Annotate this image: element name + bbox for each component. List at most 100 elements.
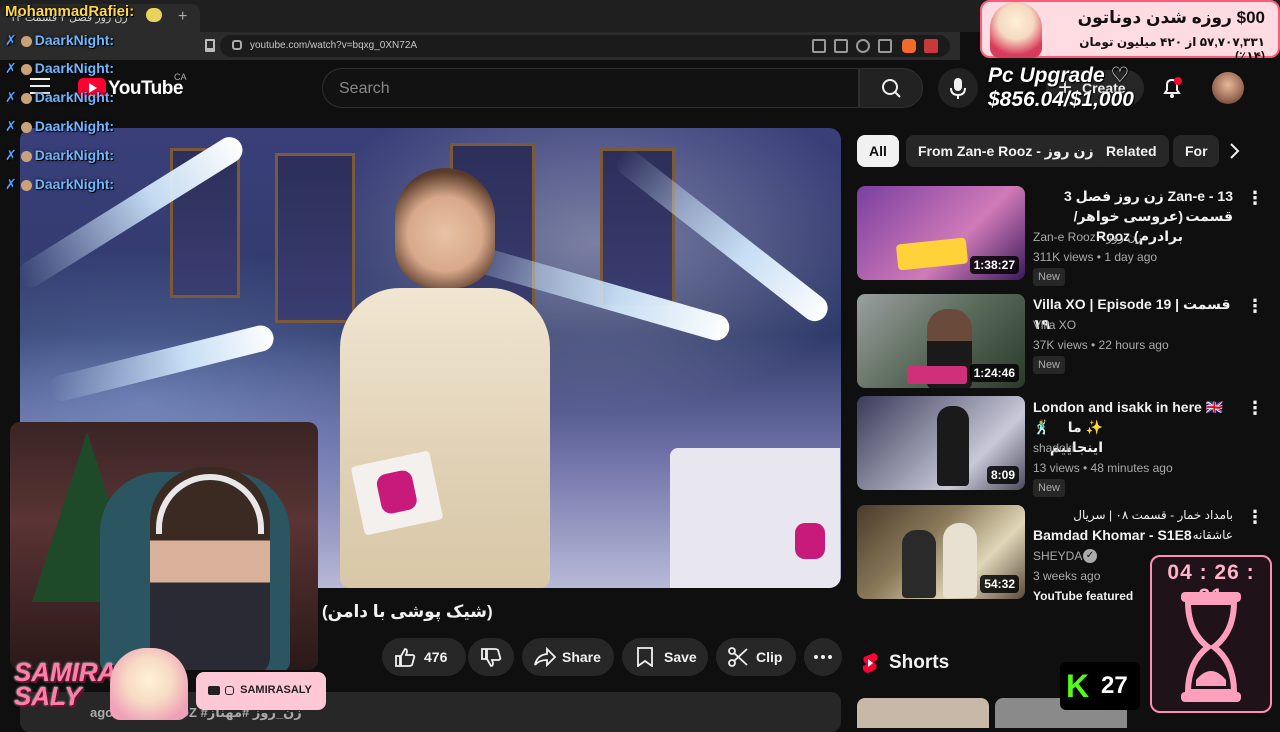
rec-views: 3 weeks ago (1033, 569, 1101, 583)
pc-upgrade-goal: Pc Upgrade ♡ $856.04/$1,000 (988, 64, 1134, 111)
chat-user: DaarkNight: (34, 118, 115, 134)
verified-check-icon: ✓ (1083, 549, 1097, 563)
country-code: CA (174, 72, 187, 82)
rec-views: 13 views • 48 minutes ago (1033, 461, 1173, 475)
chip-related[interactable]: Related (1094, 135, 1169, 167)
chat-badge-icon: ✗ (5, 89, 17, 105)
rec-badge: New (1033, 479, 1066, 497)
chat-message: ✗ DaarkNight: (5, 60, 114, 77)
share-page-icon[interactable] (878, 39, 892, 53)
video-title: (شیک پوشی با دامن) (322, 602, 493, 621)
rec-thumbnail[interactable]: 1:38:27 (857, 186, 1025, 280)
chat-avatar (20, 92, 32, 104)
social-handle: SAMIRASALY (196, 672, 326, 710)
rec-title-line2[interactable]: Bamdad Khomar - S1E8 (1033, 525, 1233, 545)
like-count: 476 (424, 649, 448, 665)
rec-more-icon[interactable]: ⋮ (1246, 296, 1264, 317)
rec-more-icon[interactable]: ⋮ (1246, 398, 1264, 419)
chat-user: DaarkNight: (34, 147, 115, 163)
more-actions-button[interactable] (804, 638, 842, 676)
rec-channel[interactable]: Villa XO (1033, 318, 1076, 332)
rec-views: 311K views • 1 day ago (1033, 250, 1158, 264)
share-button[interactable]: Share (522, 638, 614, 676)
rec-channel[interactable]: Zan-e Rooz - زن روز (1033, 230, 1142, 244)
rec-duration: 1:24:46 (969, 364, 1019, 382)
chip-from-channel[interactable]: From Zan-e Rooz - زن روز (906, 135, 1106, 167)
chat-badge-icon: ✗ (5, 60, 17, 76)
thumbnail-caption (895, 237, 969, 271)
hourglass-icon (1181, 592, 1241, 702)
microphone-icon (950, 78, 966, 99)
chat-user: DaarkNight: (34, 60, 115, 76)
donation-title: $00 روزه شدن دوناتون (1060, 8, 1265, 28)
instagram-icon (225, 685, 235, 695)
rec-channel[interactable]: shadoki (1033, 441, 1074, 455)
rec-views: 37K views • 22 hours ago (1033, 338, 1169, 352)
rec-thumbnail[interactable]: 54:32 (857, 505, 1025, 599)
chat-avatar (20, 150, 32, 162)
channel-watermark-icon (795, 523, 825, 559)
chat-message: ✗ DaarkNight: (5, 147, 114, 164)
url-text: youtube.com/watch?v=bqxg_0XN72A (250, 40, 418, 51)
rec-badge: YouTube featured (1033, 589, 1134, 603)
thumbnail-person (943, 523, 977, 598)
emote-icon (146, 8, 162, 22)
rec-more-icon[interactable]: ⋮ (1246, 507, 1264, 528)
rec-channel[interactable]: SHEYDA (1033, 549, 1082, 563)
youtube-small-icon (208, 685, 220, 695)
rec-thumbnail[interactable]: 1:24:46 (857, 294, 1025, 388)
rewards-icon[interactable] (924, 39, 938, 53)
site-info-icon[interactable] (232, 40, 242, 50)
zoom-icon[interactable] (856, 39, 870, 53)
presenter (320, 168, 570, 588)
chat-badge-icon: ✗ (5, 32, 17, 48)
chat-avatar (20, 35, 32, 47)
rec-duration: 1:38:27 (969, 256, 1019, 274)
show-logo-icon (375, 468, 419, 516)
more-horizontal-icon (814, 655, 832, 659)
chat-badge-icon: ✗ (5, 147, 17, 163)
chip-for-you[interactable]: For (1173, 135, 1219, 167)
donation-amount: $00 (1236, 8, 1265, 27)
rec-badge: New (1033, 268, 1066, 286)
chat-user: DaarkNight: (34, 176, 115, 192)
rec-more-icon[interactable]: ⋮ (1246, 188, 1264, 209)
share-icon (534, 647, 556, 667)
donation-title-text: روزه شدن دوناتون (1077, 8, 1232, 27)
thumbnail-caption (907, 366, 967, 384)
chat-user: DaarkNight: (34, 32, 115, 48)
save-button[interactable]: Save (622, 638, 708, 676)
search-input[interactable]: Search (322, 68, 859, 108)
bookmark-icon[interactable] (205, 39, 215, 52)
like-button[interactable]: 476 (382, 638, 466, 676)
clip-button[interactable]: Clip (716, 638, 796, 676)
thumbs-up-icon (395, 648, 416, 667)
search-icon (882, 79, 901, 98)
donation-progress-text: ۵۷,۷۰۷,۳۳۱ از ۴۲۰ میلیون تومان (۱۴٪) (1079, 35, 1265, 63)
brave-shield-icon[interactable] (902, 39, 916, 53)
bookmark-save-icon (637, 647, 653, 667)
chat-avatar (20, 63, 32, 75)
chat-avatar (20, 179, 32, 191)
streamer-webcam (10, 422, 318, 670)
voice-search-button[interactable] (938, 68, 978, 108)
social-handle-text: SAMIRASALY (240, 684, 312, 696)
chat-user: DaarkNight: (34, 89, 115, 105)
youtube-logo-text[interactable]: YouTube (108, 78, 183, 100)
chat-message: ✗ DaarkNight: (5, 32, 114, 49)
shorts-section-title: Shorts (889, 652, 950, 673)
short-thumbnail[interactable] (857, 698, 989, 728)
chip-all[interactable]: All (857, 135, 899, 167)
picture-in-picture-icon[interactable] (834, 39, 848, 53)
chevron-right-icon[interactable] (1224, 141, 1244, 161)
kick-logo-icon: K (1066, 668, 1090, 704)
extension-icon[interactable] (812, 39, 826, 53)
donation-character-icon (990, 2, 1042, 58)
chat-message: ✗ DaarkNight: (5, 118, 114, 135)
new-tab-button[interactable]: + (178, 8, 187, 26)
dislike-button[interactable] (468, 638, 514, 676)
rec-duration: 8:09 (986, 466, 1019, 484)
rec-thumbnail[interactable]: 8:09 (857, 396, 1025, 490)
search-button[interactable] (859, 68, 923, 108)
streamer-character-icon (110, 648, 188, 720)
